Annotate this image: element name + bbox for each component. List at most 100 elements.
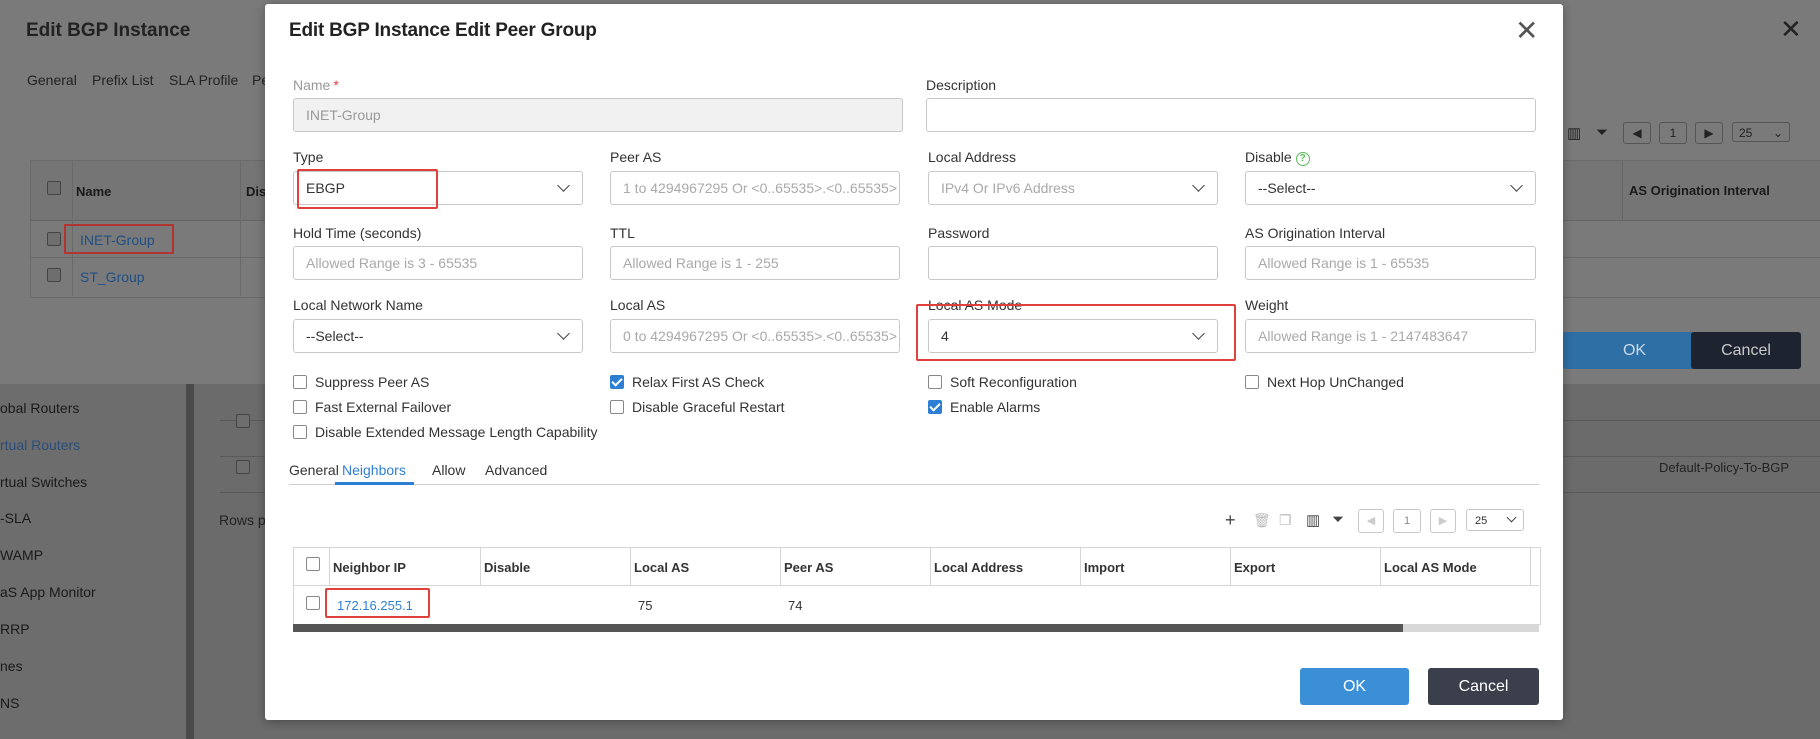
scrollbar-thumb[interactable] [293,624,1403,632]
checkbox-box[interactable] [928,375,942,389]
tab-general[interactable]: General [289,462,339,478]
columns-icon[interactable]: ▥ [1306,511,1320,529]
checkbox-box[interactable] [293,400,307,414]
local-network-name-value: --Select-- [306,328,364,344]
local-address-placeholder: IPv4 Or IPv6 Address [941,180,1075,196]
suppress-peer-as-checkbox[interactable]: Suppress Peer AS [293,374,429,390]
page-size-select[interactable]: 25 ⌄ [1732,122,1790,142]
next-hop-unchanged-checkbox[interactable]: Next Hop UnChanged [1245,374,1404,390]
add-icon[interactable]: + [1225,510,1236,531]
close-icon[interactable]: ✕ [1515,14,1538,47]
copy-icon[interactable]: ❐ [1279,512,1292,529]
delete-icon[interactable]: 🗑 [1253,512,1271,529]
password-input[interactable] [928,246,1218,280]
back-cancel-button[interactable]: Cancel [1691,332,1801,369]
enable-alarms-checkbox[interactable]: Enable Alarms [928,399,1040,415]
column-local-address[interactable]: Local Address [934,560,1023,575]
checkbox-label: Disable Graceful Restart [632,399,785,415]
disable-select[interactable]: --Select-- [1245,171,1536,205]
next-page-icon[interactable]: ▶ [1695,122,1723,144]
sidebar-item-vrrp[interactable]: RRP [0,621,30,637]
relax-first-as-check-checkbox[interactable]: Relax First AS Check [610,374,764,390]
highlight-box [297,169,438,209]
page-size-select[interactable]: 25 [1466,509,1524,531]
checkbox-box[interactable] [610,400,624,414]
columns-icon[interactable]: ▥ [1567,124,1581,142]
cancel-button[interactable]: Cancel [1428,668,1539,705]
as-origination-label: AS Origination Interval [1245,225,1386,241]
tab-neighbors[interactable]: Neighbors [342,462,406,478]
row-checkbox[interactable] [47,232,61,246]
checkbox-box[interactable] [928,400,942,414]
peer-as-input[interactable]: 1 to 4294967295 Or <0..65535>.<0..65535> [610,171,900,205]
tab-allow[interactable]: Allow [432,462,465,478]
back-column-as-origination: AS Origination Interval [1629,183,1770,198]
back-close-icon[interactable]: ✕ [1780,14,1802,45]
back-row-link[interactable]: ST_Group [80,269,145,285]
column-disable[interactable]: Disable [484,560,530,575]
sidebar-item-dns[interactable]: NS [0,695,19,711]
column-import[interactable]: Import [1084,560,1124,575]
column-neighbor-ip[interactable]: Neighbor IP [333,560,406,575]
weight-input[interactable]: Allowed Range is 1 - 2147483647 [1245,319,1536,353]
page-size-value: 25 [1475,515,1488,527]
disable-graceful-restart-checkbox[interactable]: Disable Graceful Restart [610,399,785,415]
soft-reconfiguration-checkbox[interactable]: Soft Reconfiguration [928,374,1077,390]
local-address-select[interactable]: IPv4 Or IPv6 Address [928,171,1218,205]
back-row-link[interactable]: INET-Group [80,232,155,248]
description-input[interactable] [926,98,1536,132]
row-checkbox[interactable] [47,268,61,282]
checkbox-box[interactable] [1245,375,1259,389]
sidebar-item-ip-sla[interactable]: -SLA [0,510,31,526]
filter-icon[interactable]: ⏷ [1332,511,1344,528]
ttl-input[interactable]: Allowed Range is 1 - 255 [610,246,900,280]
cell-local-as: 75 [638,598,653,613]
column-local-as[interactable]: Local AS [634,560,689,575]
fast-external-failover-checkbox[interactable]: Fast External Failover [293,399,451,415]
back-tab-prefix-list[interactable]: Prefix List [92,72,153,88]
disable-extended-message-length-checkbox[interactable]: Disable Extended Message Length Capabili… [293,424,598,440]
select-all-checkbox[interactable] [306,557,320,571]
page-number[interactable]: 1 [1659,122,1687,144]
sidebar-item-twamp[interactable]: WAMP [0,547,43,563]
tab-advanced[interactable]: Advanced [485,462,547,478]
prev-page-icon[interactable]: ◀ [1358,509,1384,533]
sidebar-item-saas-app-monitor[interactable]: aS App Monitor [0,584,96,600]
as-origination-input[interactable]: Allowed Range is 1 - 65535 [1245,246,1536,280]
required-marker: * [333,77,339,93]
name-label-text: Name [293,77,331,93]
ok-button[interactable]: OK [1300,668,1409,705]
local-as-input[interactable]: 0 to 4294967295 Or <0..65535>.<0..65535> [610,319,900,353]
prev-page-icon[interactable]: ◀ [1623,122,1651,144]
peer-as-label: Peer AS [610,149,662,165]
column-export[interactable]: Export [1234,560,1275,575]
column-local-as-mode[interactable]: Local AS Mode [1384,560,1477,575]
column-peer-as[interactable]: Peer AS [784,560,833,575]
checkbox-box[interactable] [610,375,624,389]
sidebar-item-global-routers[interactable]: obal Routers [0,400,79,416]
sidebar-item-virtual-routers[interactable]: rtual Routers [0,437,80,453]
checkbox-box[interactable] [293,375,307,389]
row-checkbox[interactable] [306,596,320,610]
filter-icon[interactable]: ⏷ [1596,124,1608,141]
next-page-icon[interactable]: ▶ [1430,509,1456,533]
back-ok-button[interactable]: OK [1563,332,1706,369]
local-address-label: Local Address [928,149,1016,165]
row-checkbox[interactable] [236,414,250,428]
checkbox-label: Soft Reconfiguration [950,374,1077,390]
checkbox-box[interactable] [293,425,307,439]
sidebar-item-zones[interactable]: nes [0,658,23,674]
active-tab-indicator [335,482,414,485]
weight-label: Weight [1245,297,1289,313]
back-select-all-checkbox[interactable] [47,181,61,195]
sidebar-edge [186,380,194,739]
back-tab-sla-profile[interactable]: SLA Profile [169,72,238,88]
help-icon[interactable]: ? [1295,152,1310,166]
sidebar-item-virtual-switches[interactable]: rtual Switches [0,474,87,490]
row-checkbox[interactable] [236,460,250,474]
hold-time-input[interactable]: Allowed Range is 3 - 65535 [293,246,583,280]
page-number[interactable]: 1 [1393,509,1421,533]
edit-peer-group-dialog: Edit BGP Instance Edit Peer Group ✕ Name… [265,4,1563,720]
back-tab-general[interactable]: General [27,72,77,88]
local-network-name-select[interactable]: --Select-- [293,319,583,353]
